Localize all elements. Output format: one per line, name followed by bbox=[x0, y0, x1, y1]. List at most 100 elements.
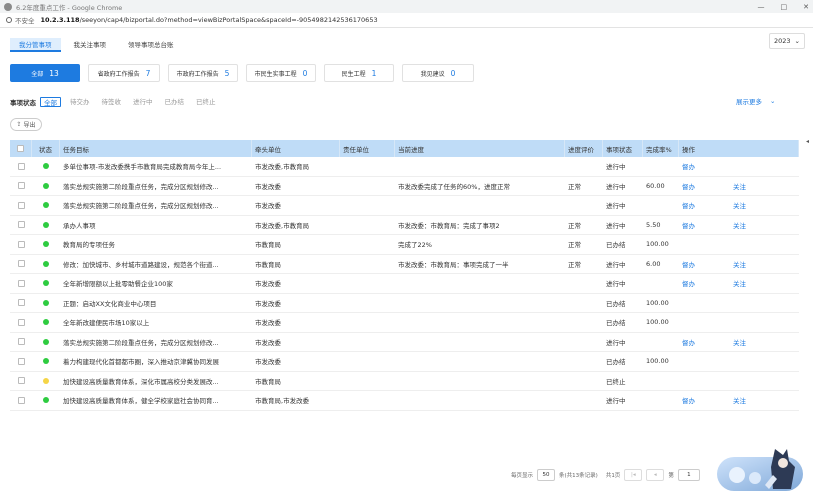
table-row[interactable]: 承办人事项 市发改委,市教育局 市发改委：市教育局：完成了事项2 正常 进行中 5.50 督… bbox=[10, 216, 799, 235]
table-row[interactable]: 修改：加快城市、乡村城市道路建设，规范各个街道... 市教育局 市发改委：市教育局：… bbox=[10, 255, 799, 274]
row-checkbox[interactable] bbox=[17, 162, 25, 170]
per-page-select[interactable]: 50 bbox=[537, 469, 556, 481]
table-row[interactable]: 全年新改建便民市场10家以上 市发改委 已办结 100.00 bbox=[10, 313, 799, 333]
first-page-button[interactable]: |◂ bbox=[624, 469, 643, 481]
table-row[interactable]: 着力构建现代化首都都市圈，深入推动京津冀协同发展 市发改委 已办结 100.00 bbox=[10, 352, 799, 372]
status-option-pending-sign[interactable]: 待签收 bbox=[99, 97, 125, 107]
supervise-link[interactable]: 督办 bbox=[682, 161, 695, 171]
task-name[interactable]: 教育局的专项任务 bbox=[60, 235, 252, 254]
table-row[interactable]: 落实总规实施第二阶段重点任务，完成分区规划修改... 市发改委 市发改委完成了任务的… bbox=[10, 177, 799, 196]
follow-link[interactable]: 关注 bbox=[733, 259, 746, 269]
progress-eval bbox=[565, 196, 603, 215]
show-more-button[interactable]: 展示更多 ⌄ bbox=[736, 96, 775, 106]
row-checkbox[interactable] bbox=[17, 396, 25, 404]
table-row[interactable]: 多单位事项-市发改委携手市教育局完成教育局今年上... 市发改委,市教育局 进行中 督… bbox=[10, 157, 799, 177]
supervise-link[interactable]: 督办 bbox=[682, 259, 695, 269]
item-state: 已办结 bbox=[606, 358, 626, 367]
supervise-link[interactable]: 督办 bbox=[682, 220, 695, 230]
status-option-all[interactable]: 全部 bbox=[40, 97, 61, 107]
supervise-link[interactable]: 督办 bbox=[682, 278, 695, 288]
card-city-report[interactable]: 市政府工作报告 5 bbox=[168, 64, 238, 82]
export-button[interactable]: ⇪ 导出 bbox=[10, 118, 42, 131]
row-checkbox[interactable] bbox=[17, 240, 25, 248]
close-button[interactable]: ✕ bbox=[803, 3, 809, 11]
status-option-in-progress[interactable]: 进行中 bbox=[130, 97, 156, 107]
minimize-button[interactable]: — bbox=[758, 3, 765, 11]
row-checkbox[interactable] bbox=[17, 357, 25, 365]
current-progress bbox=[395, 372, 565, 391]
current-progress bbox=[395, 333, 565, 352]
status-option-done[interactable]: 已办结 bbox=[162, 97, 188, 107]
table-row[interactable]: 加快建设高质量教育体系，健全学校家庭社会协同育... 市教育局,市发改委 进行中 督办… bbox=[10, 391, 799, 411]
tab-leader-ledger[interactable]: 领导事项总台账 bbox=[119, 38, 183, 52]
select-all-checkbox[interactable] bbox=[17, 145, 24, 152]
tab-my-managed[interactable]: 我分管事项 bbox=[10, 38, 61, 52]
follow-link[interactable]: 关注 bbox=[733, 337, 746, 347]
goto-label: 第 bbox=[668, 473, 674, 479]
supervise-link[interactable]: 督办 bbox=[682, 200, 695, 210]
row-checkbox[interactable] bbox=[17, 338, 25, 346]
row-checkbox[interactable] bbox=[17, 279, 25, 287]
supervise-link[interactable]: 督办 bbox=[682, 395, 695, 405]
table-row[interactable]: 正题：启动XX文化商业中心项目 市发改委 已办结 100.00 bbox=[10, 294, 799, 313]
row-checkbox[interactable] bbox=[17, 260, 25, 268]
collapse-arrow-icon[interactable]: ◂ bbox=[806, 138, 809, 145]
task-name[interactable]: 落实总规实施第二阶段重点任务，完成分区规划修改... bbox=[60, 333, 252, 352]
task-name[interactable]: 修改：加快城市、乡村城市道路建设，规范各个街道... bbox=[60, 255, 252, 274]
status-dot-icon bbox=[43, 299, 49, 306]
card-count: 0 bbox=[450, 68, 456, 78]
table-row[interactable]: 全年新增限额以上批零助餐企业100家 市发改委 进行中 督办 关注 bbox=[10, 274, 799, 294]
task-name[interactable]: 多单位事项-市发改委携手市教育局完成教育局今年上... bbox=[60, 157, 252, 176]
security-warning[interactable]: 不安全 bbox=[6, 15, 35, 25]
card-suggestions[interactable]: 我见建议 0 bbox=[402, 64, 474, 82]
page-input[interactable]: 1 bbox=[677, 469, 700, 481]
task-name[interactable]: 加快建设高质量教育体系，深化市属高校分类发展改... bbox=[60, 372, 252, 391]
task-name[interactable]: 着力构建现代化首都都市圈，深入推动京津冀协同发展 bbox=[60, 352, 252, 371]
follow-link[interactable]: 关注 bbox=[733, 181, 746, 191]
table-row[interactable]: 加快建设高质量教育体系，深化市属高校分类发展改... 市教育局 已终止 bbox=[10, 372, 799, 391]
item-state: 进行中 bbox=[606, 397, 626, 406]
card-count: 5 bbox=[224, 68, 230, 78]
task-name[interactable]: 加快建设高质量教育体系，健全学校家庭社会协同育... bbox=[60, 391, 252, 410]
follow-link[interactable]: 关注 bbox=[733, 200, 746, 210]
row-checkbox[interactable] bbox=[17, 318, 25, 326]
prev-page-button[interactable]: ◂ bbox=[646, 469, 665, 481]
card-province-report[interactable]: 省政府工作报告 7 bbox=[88, 64, 160, 82]
tab-my-followed[interactable]: 我关注事项 bbox=[65, 38, 116, 52]
follow-link[interactable]: 关注 bbox=[733, 278, 746, 288]
row-checkbox[interactable] bbox=[17, 377, 25, 385]
card-all[interactable]: 全部 13 bbox=[10, 64, 80, 82]
row-checkbox[interactable] bbox=[17, 201, 25, 209]
card-city-livelihood[interactable]: 市民生实事工程 0 bbox=[246, 64, 316, 82]
follow-link[interactable]: 关注 bbox=[733, 220, 746, 230]
status-option-pending-assign[interactable]: 待交办 bbox=[67, 97, 93, 107]
address-bar[interactable]: 不安全 10.2.3.118/seeyon/cap4/bizportal.do?… bbox=[0, 13, 813, 28]
table-row[interactable]: 落实总规实施第二阶段重点任务，完成分区规划修改... 市发改委 进行中 督办 关注 bbox=[10, 333, 799, 352]
resp-unit bbox=[340, 333, 395, 352]
row-checkbox[interactable] bbox=[17, 221, 25, 229]
status-dot-icon bbox=[43, 397, 49, 404]
row-checkbox[interactable] bbox=[17, 299, 25, 307]
task-name[interactable]: 承办人事项 bbox=[60, 216, 252, 235]
completion-rate bbox=[643, 274, 679, 293]
follow-link[interactable]: 关注 bbox=[733, 395, 746, 405]
task-name[interactable]: 落实总规实施第二阶段重点任务，完成分区规划修改... bbox=[60, 177, 252, 196]
year-select[interactable]: 2023 ⌄ bbox=[769, 33, 805, 49]
maximize-button[interactable]: □ bbox=[781, 3, 788, 11]
status-option-terminated[interactable]: 已终止 bbox=[193, 97, 219, 107]
task-name[interactable]: 全年新增限额以上批零助餐企业100家 bbox=[60, 274, 252, 293]
table-row[interactable]: 落实总规实施第二阶段重点任务，完成分区规划修改... 市发改委 进行中 督办 关注 bbox=[10, 196, 799, 216]
supervise-link[interactable]: 督办 bbox=[682, 181, 695, 191]
task-name[interactable]: 落实总规实施第二阶段重点任务，完成分区规划修改... bbox=[60, 196, 252, 215]
row-select-cell bbox=[10, 216, 32, 235]
url-text[interactable]: 10.2.3.118/seeyon/cap4/bizportal.do?meth… bbox=[41, 16, 378, 24]
row-checkbox[interactable] bbox=[17, 182, 25, 190]
card-count: 13 bbox=[49, 68, 59, 78]
task-name[interactable]: 全年新改建便民市场10家以上 bbox=[60, 313, 252, 332]
task-name[interactable]: 正题：启动XX文化商业中心项目 bbox=[60, 294, 252, 313]
table-row[interactable]: 教育局的专项任务 市教育局 完成了22% 正常 已办结 100.00 bbox=[10, 235, 799, 255]
item-state: 进行中 bbox=[606, 163, 626, 172]
status-dot-icon bbox=[43, 241, 49, 248]
card-livelihood-project[interactable]: 民生工程 1 bbox=[324, 64, 394, 82]
supervise-link[interactable]: 督办 bbox=[682, 337, 695, 347]
